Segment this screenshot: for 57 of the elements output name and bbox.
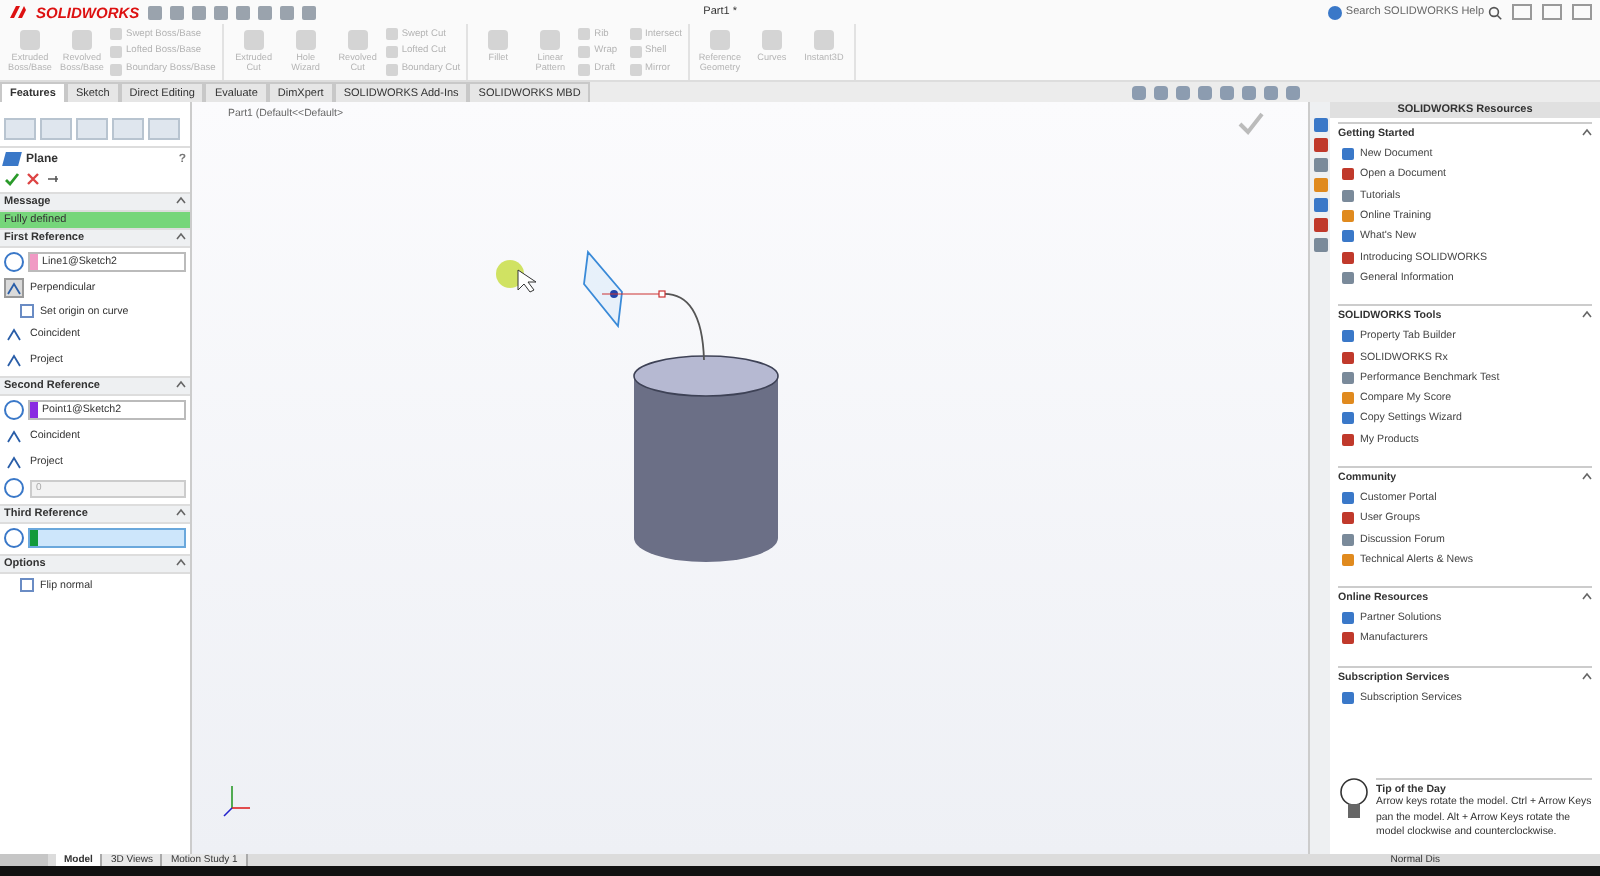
tile-icon (1342, 271, 1354, 284)
tile-icon (1342, 392, 1354, 405)
collapse-icon[interactable] (1582, 592, 1592, 601)
help-icon[interactable] (1327, 5, 1342, 19)
collapse-icon[interactable] (1582, 128, 1592, 136)
collapse-icon[interactable] (176, 508, 186, 516)
tile-icon (1342, 251, 1354, 264)
cursor-drawing (496, 260, 537, 293)
collapse-icon[interactable] (1582, 671, 1592, 680)
axis-triad-icon (223, 785, 251, 817)
collapse-icon[interactable] (1582, 471, 1592, 480)
constraint-toggle[interactable] (4, 278, 24, 298)
tile-icon (1342, 433, 1354, 446)
reference-icon (4, 400, 24, 420)
tile-icon (1342, 512, 1354, 525)
tile-icon (1342, 492, 1354, 504)
selection-field[interactable] (28, 528, 186, 548)
cancel-icon[interactable] (26, 172, 40, 186)
checkbox[interactable] (20, 578, 34, 592)
confirm-icon[interactable] (4, 172, 20, 186)
constraint-toggle[interactable] (4, 324, 24, 344)
collapse-icon[interactable] (176, 380, 186, 388)
tile-icon (1342, 412, 1354, 425)
tile-icon (1342, 371, 1354, 384)
reference-icon (4, 252, 24, 272)
constraint-toggle[interactable] (4, 426, 24, 446)
tile-icon (1342, 210, 1354, 223)
plane-icon (2, 152, 22, 166)
reference-icon (4, 528, 24, 548)
tile-icon (1342, 168, 1354, 181)
collapse-icon[interactable] (176, 558, 186, 566)
pin-icon[interactable] (46, 172, 60, 186)
constraint-toggle[interactable] (4, 350, 24, 370)
arc-curve (661, 293, 705, 361)
collapse-icon[interactable] (176, 196, 186, 204)
tile-icon (1342, 351, 1354, 364)
tile-icon (1342, 612, 1354, 625)
minimize-button[interactable] (1512, 4, 1532, 20)
tile-icon (1342, 632, 1354, 645)
lightbulb-icon (1338, 778, 1370, 823)
close-button[interactable] (1572, 4, 1592, 20)
tile-icon (1342, 148, 1354, 161)
constraint-toggle[interactable] (4, 452, 24, 472)
collapse-icon[interactable] (1582, 310, 1592, 319)
tile-icon (1342, 691, 1354, 704)
tile-icon (1342, 533, 1354, 546)
checkmark-icon[interactable] (1238, 112, 1264, 135)
search-icon[interactable] (1488, 5, 1502, 19)
logo-icon (8, 4, 28, 20)
tile-icon (1342, 330, 1354, 343)
plane-drawing (583, 249, 666, 329)
collapse-icon[interactable] (176, 232, 186, 240)
tile-icon (1342, 230, 1354, 243)
checkbox[interactable] (20, 304, 34, 318)
tile-icon (1342, 189, 1354, 202)
restore-button[interactable] (1542, 4, 1562, 20)
tile-icon (1342, 553, 1354, 566)
